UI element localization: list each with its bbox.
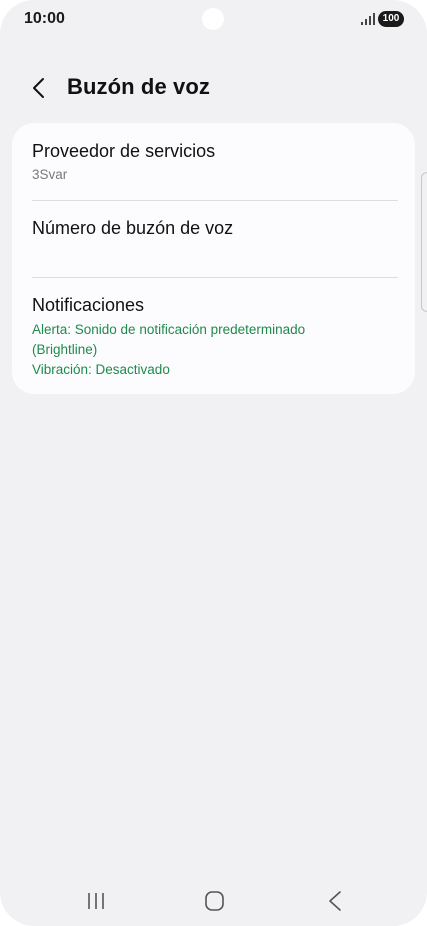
recent-apps-button[interactable] bbox=[76, 886, 116, 916]
status-time: 10:00 bbox=[24, 10, 65, 27]
voicemail-number-row[interactable]: Número de buzón de voz bbox=[12, 201, 415, 277]
notification-alert-text: Alerta: Sonido de notificación predeterm… bbox=[32, 322, 306, 337]
back-button[interactable] bbox=[26, 74, 54, 102]
home-button[interactable] bbox=[194, 886, 234, 916]
notifications-title: Notificaciones bbox=[32, 295, 145, 315]
chevron-left-icon bbox=[33, 78, 44, 98]
back-icon bbox=[329, 891, 341, 911]
home-icon bbox=[205, 891, 224, 911]
recent-apps-icon bbox=[88, 893, 104, 909]
service-provider-title: Proveedor de servicios bbox=[32, 141, 216, 161]
notifications-row[interactable]: Notificaciones Alerta: Sonido de notific… bbox=[12, 278, 415, 394]
settings-card: Proveedor de servicios 3Svar Número de b… bbox=[12, 123, 415, 394]
status-bar: 10:00 100 bbox=[0, 0, 427, 40]
notification-vibration-text: Vibración: Desactivado bbox=[32, 362, 170, 377]
service-provider-value: 3Svar bbox=[32, 167, 68, 182]
scroll-handle[interactable] bbox=[421, 172, 427, 312]
notification-sound-name: (Brightline) bbox=[32, 342, 98, 357]
app-header: Buzón de voz bbox=[0, 66, 427, 110]
signal-icon bbox=[361, 13, 375, 25]
page-title: Buzón de voz bbox=[67, 74, 210, 99]
navigation-bar bbox=[0, 876, 427, 926]
battery-icon: 100 bbox=[378, 11, 404, 27]
phone-screen: 10:00 100 Buzón de voz Proveedor de serv… bbox=[0, 0, 427, 926]
camera-cutout bbox=[202, 8, 224, 30]
voicemail-number-title: Número de buzón de voz bbox=[32, 218, 234, 238]
nav-back-button[interactable] bbox=[315, 886, 355, 916]
service-provider-row[interactable]: Proveedor de servicios 3Svar bbox=[12, 123, 415, 200]
